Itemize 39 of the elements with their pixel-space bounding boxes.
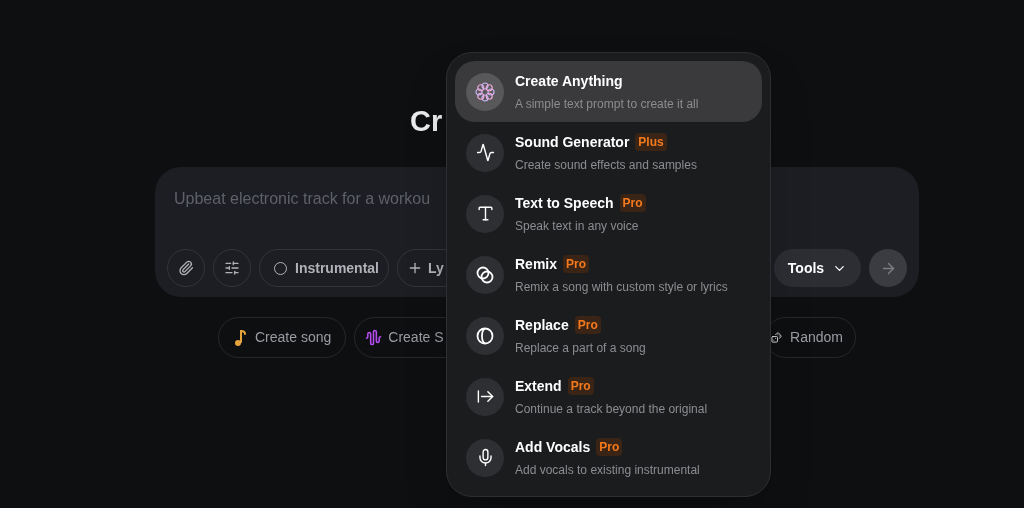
- plus-icon: [407, 260, 423, 276]
- menu-item-title: Text to Speech: [515, 193, 614, 213]
- menu-item-title: Sound Generator: [515, 132, 630, 152]
- waveform-icon: [365, 329, 383, 346]
- menu-item[interactable]: Sound Generator Plus Create sound effects and samples: [455, 122, 762, 183]
- menu-item[interactable]: Extend Pro Continue a track beyond the original: [455, 366, 762, 427]
- flower-icon: [475, 81, 495, 102]
- menu-item-title: Extend: [515, 376, 562, 396]
- menu-item-description: Speak text in any voice: [515, 217, 640, 235]
- menu-item-description: Create sound effects and samples: [515, 156, 697, 174]
- menu-item-description: Remix a song with custom style or lyrics: [515, 278, 728, 296]
- menu-item-title: Replace: [515, 315, 569, 335]
- overlapping-circles-icon: [475, 264, 495, 285]
- pulse-icon: [475, 143, 495, 162]
- tools-button[interactable]: Tools: [774, 249, 861, 287]
- dice-icon: [771, 329, 783, 346]
- menu-item[interactable]: Add Vocals Pro Add vocals to existing instrumental: [455, 427, 762, 488]
- menu-item-description: A simple text prompt to create it all: [515, 95, 699, 113]
- menu-item[interactable]: Create Anything A simple text prompt to create it all: [455, 61, 762, 122]
- menu-item-title: Remix: [515, 254, 558, 274]
- page-heading: Cr: [410, 105, 443, 137]
- paperclip-icon: [178, 260, 194, 276]
- music-note-icon: [233, 328, 247, 347]
- menu-item-description: Replace a part of a song: [515, 339, 646, 357]
- menu-item-description: Add vocals to existing instrumental: [515, 461, 700, 479]
- plan-tag: Pro: [574, 316, 601, 334]
- plan-tag: Pro: [619, 194, 646, 212]
- menu-item-description: Continue a track beyond the original: [515, 400, 708, 418]
- menu-item-title: Create Anything: [515, 71, 623, 91]
- text-icon: [475, 204, 495, 223]
- half-circle-icon: [475, 325, 495, 346]
- plan-tag: Pro: [596, 438, 623, 456]
- plan-tag: Plus: [635, 133, 667, 151]
- send-button[interactable]: [869, 249, 907, 287]
- arrow-from-line-icon: [475, 387, 495, 406]
- plan-tag: Pro: [567, 377, 594, 395]
- menu-item-title: Add Vocals: [515, 437, 591, 457]
- sliders-icon: [224, 260, 240, 276]
- plan-tag: Pro: [563, 255, 590, 273]
